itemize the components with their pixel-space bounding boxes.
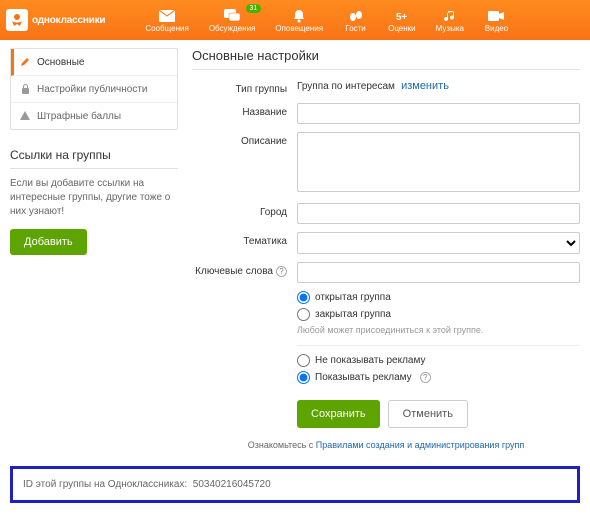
label-city: Город (192, 203, 287, 218)
description-input[interactable] (297, 132, 580, 192)
music-icon (441, 8, 459, 24)
ok-logo-icon (6, 9, 28, 31)
page-body: Основные Настройки публичности Штрафные … (0, 40, 590, 460)
sidebar-links-desc: Если вы добавите ссылки на интересные гр… (10, 177, 178, 219)
change-type-link[interactable]: изменить (401, 80, 449, 92)
nav-label: Гости (345, 24, 365, 33)
topbar: одноклассники Сообщения 31 Обсуждения Оп… (0, 0, 590, 40)
sidebar-label: Основные (37, 57, 84, 68)
sidebar-menu: Основные Настройки публичности Штрафные … (10, 48, 178, 130)
nav-guests[interactable]: Гости (333, 6, 378, 35)
help-icon[interactable]: ? (420, 372, 431, 383)
name-input[interactable] (297, 103, 580, 124)
sidebar-item-privacy[interactable]: Настройки публичности (11, 76, 177, 103)
nav-label: Сообщения (145, 24, 188, 33)
rating-icon: 5+ (393, 8, 411, 24)
radio-hide-ads[interactable]: Не показывать рекламу (297, 354, 580, 367)
keywords-input[interactable] (297, 262, 580, 283)
nav-label: Обсуждения (209, 24, 256, 33)
add-link-button[interactable]: Добавить (10, 229, 87, 255)
main-content: Основные настройки Тип группы Группа по … (192, 48, 580, 450)
warning-icon (19, 110, 31, 122)
video-icon (487, 8, 505, 24)
group-id-box: ID этой группы на Одноклассниках: 503402… (10, 466, 580, 503)
lock-icon (19, 83, 31, 95)
svg-text:5+: 5+ (396, 12, 408, 23)
label-description: Описание (192, 132, 287, 147)
city-input[interactable] (297, 203, 580, 224)
radio-show-ads-input[interactable] (297, 371, 310, 384)
label-theme: Тематика (192, 232, 287, 247)
rules-link[interactable]: Правилами создания и администрирования г… (316, 440, 524, 450)
radio-open-input[interactable] (297, 291, 310, 304)
nav-label: Оценки (388, 24, 416, 33)
group-id-value: 50340216045720 (193, 479, 271, 490)
nav-discussions[interactable]: 31 Обсуждения (199, 6, 266, 35)
radio-show-ads[interactable]: Показывать рекламу ? (297, 371, 580, 384)
pencil-icon (19, 56, 31, 68)
label-name: Название (192, 103, 287, 118)
radio-open-group[interactable]: открытая группа (297, 291, 580, 304)
nav-music[interactable]: Музыка (426, 6, 474, 35)
sidebar: Основные Настройки публичности Штрафные … (10, 48, 178, 450)
bell-icon (290, 8, 308, 24)
nav-ratings[interactable]: 5+ Оценки (378, 6, 426, 35)
save-button[interactable]: Сохранить (297, 400, 380, 428)
chat-icon (223, 8, 241, 24)
group-id-label: ID этой группы на Одноклассниках: (23, 479, 187, 490)
nav-label: Музыка (436, 24, 464, 33)
sidebar-label: Штрафные баллы (37, 111, 121, 122)
logo[interactable]: одноклассники (6, 9, 105, 31)
radio-closed-input[interactable] (297, 308, 310, 321)
radio-hide-ads-input[interactable] (297, 354, 310, 367)
label-keywords: Ключевые слова? (192, 262, 287, 277)
divider (297, 345, 580, 346)
form-actions: Сохранить Отменить (297, 400, 580, 428)
sidebar-item-penalty[interactable]: Штрафные баллы (11, 103, 177, 129)
brand-name: одноклассники (32, 15, 105, 26)
access-hint: Любой может присоединиться к этой группе… (297, 325, 580, 335)
sidebar-links-title: Ссылки на группы (10, 148, 178, 169)
nav-messages[interactable]: Сообщения (135, 6, 198, 35)
rules-text: Ознакомьтесь с Правилами создания и адми… (192, 440, 580, 450)
theme-select[interactable] (297, 232, 580, 254)
label-group-type: Тип группы (192, 80, 287, 95)
nav-label: Оповещения (275, 24, 323, 33)
nav-label: Видео (485, 24, 508, 33)
sidebar-item-main[interactable]: Основные (11, 49, 177, 76)
nav: Сообщения 31 Обсуждения Оповещения Гости… (135, 6, 519, 35)
nav-notifications[interactable]: Оповещения (265, 6, 333, 35)
cancel-button[interactable]: Отменить (388, 400, 468, 428)
envelope-icon (158, 8, 176, 24)
radio-closed-group[interactable]: закрытая группа (297, 308, 580, 321)
badge: 31 (246, 4, 262, 13)
sidebar-label: Настройки публичности (37, 84, 148, 95)
nav-video[interactable]: Видео (474, 6, 519, 35)
help-icon[interactable]: ? (276, 266, 287, 277)
group-type-value: Группа по интересам (297, 81, 395, 92)
footprints-icon (347, 8, 365, 24)
main-title: Основные настройки (192, 48, 580, 70)
